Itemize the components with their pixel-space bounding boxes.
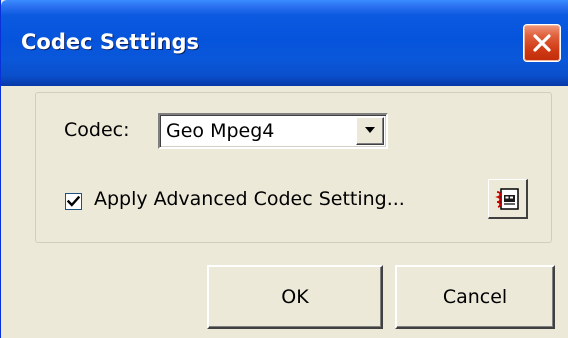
ok-button[interactable]: OK bbox=[207, 265, 383, 329]
codec-dropdown-button[interactable] bbox=[356, 117, 384, 145]
codec-settings-button[interactable] bbox=[488, 179, 528, 219]
close-icon bbox=[533, 34, 551, 52]
chevron-down-icon bbox=[365, 127, 375, 133]
window-title: Codec Settings bbox=[21, 30, 199, 54]
codec-settings-icon bbox=[495, 188, 519, 210]
codec-select[interactable]: Geo Mpeg4 bbox=[158, 113, 388, 149]
cancel-button[interactable]: Cancel bbox=[395, 265, 555, 329]
codec-label: Codec: bbox=[64, 119, 130, 141]
advanced-codec-checkbox[interactable] bbox=[65, 193, 82, 210]
codec-select-value: Geo Mpeg4 bbox=[166, 120, 275, 142]
close-button[interactable] bbox=[523, 24, 561, 62]
codec-settings-dialog: Codec Settings Codec: Geo Mpeg4 Apply Ad… bbox=[0, 0, 568, 338]
checkmark-icon bbox=[67, 195, 80, 207]
title-bar[interactable]: Codec Settings bbox=[1, 0, 568, 86]
advanced-codec-label[interactable]: Apply Advanced Codec Setting... bbox=[94, 188, 405, 210]
